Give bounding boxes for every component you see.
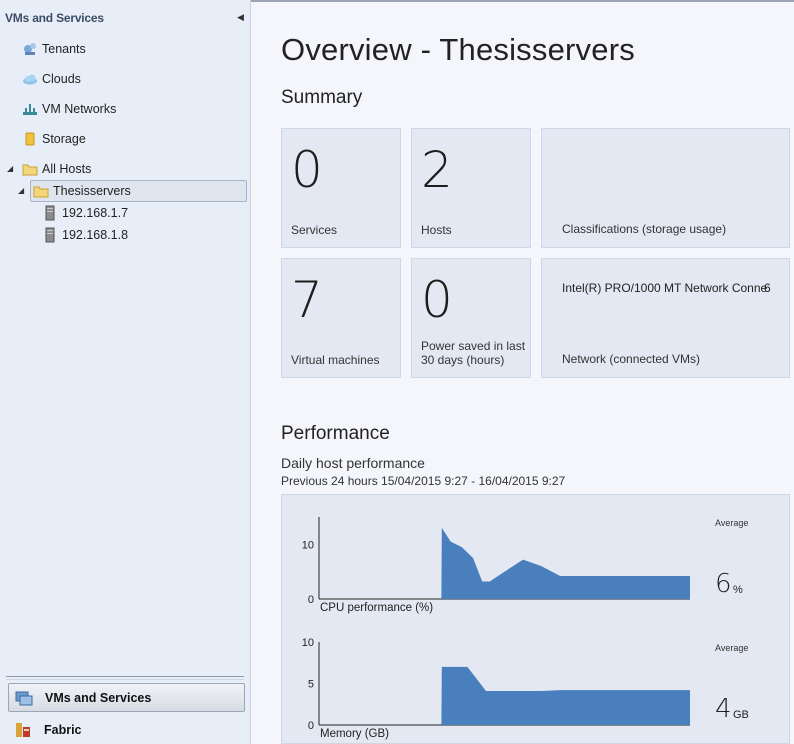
cpu-chart-title: CPU performance (%) <box>320 602 433 614</box>
cpu-y-tick-label: 10 <box>302 539 314 551</box>
cpu-average-unit: % <box>733 584 743 596</box>
daily-host-performance-heading: Daily host performance <box>281 455 425 471</box>
expand-thesisservers-icon[interactable]: ◢ <box>18 186 24 195</box>
tree-item-label: VM Networks <box>42 102 117 116</box>
vms-and-services-icon <box>15 689 33 707</box>
classifications-label: Classifications (storage usage) <box>562 222 727 236</box>
tree-item-label: All Hosts <box>42 162 92 176</box>
cpu-area-series <box>319 527 690 599</box>
services-label: Services <box>291 223 338 237</box>
tree-item-label: 192.168.1.8 <box>62 228 129 242</box>
tree-item-vm-networks[interactable]: VM Networks <box>22 98 116 120</box>
network-label: Network (connected VMs) <box>562 352 701 366</box>
folder-icon <box>22 161 38 177</box>
performance-heading: Performance <box>281 423 390 444</box>
cpu-y-tick-label: 0 <box>308 594 314 606</box>
memory-average-unit: GB <box>733 709 749 721</box>
memory-average-label: Average <box>715 643 749 653</box>
tree-item-label: Thesisservers <box>53 184 131 198</box>
tree-item-clouds[interactable]: Clouds <box>22 68 81 90</box>
memory-average-value: 4 <box>715 694 732 724</box>
tree-item-thesisservers[interactable]: Thesisservers <box>30 180 247 202</box>
workspace-label: Fabric <box>44 722 82 737</box>
tree-item-host-2[interactable]: 192.168.1.8 <box>42 224 128 246</box>
fabric-icon <box>14 721 32 739</box>
tree-item-host-1[interactable]: 192.168.1.7 <box>42 202 128 224</box>
memory-y-tick-label: 0 <box>308 720 314 732</box>
summary-heading: Summary <box>281 87 363 108</box>
virtual-machines-tile[interactable]: 7 Virtual machines <box>281 258 401 378</box>
network-icon <box>22 101 38 117</box>
page-title: Overview - Thesisservers <box>281 32 635 67</box>
navigation-pane: VMs and Services ◀ Tenants Clouds VM Net… <box>0 0 251 744</box>
workspace-vms-and-services[interactable]: VMs and Services <box>8 683 245 712</box>
memory-y-tick-label: 10 <box>302 637 314 649</box>
performance-panel: 0 10 CPU performance (%) 0 5 10 Memory (GB) Av… <box>281 494 790 744</box>
network-adapter-name: Intel(R) PRO/1000 MT Network Connection <box>562 281 767 295</box>
collapse-pane-icon[interactable]: ◀ <box>237 12 244 23</box>
classifications-tile[interactable]: Classifications (storage usage) <box>541 128 790 248</box>
power-saved-label: Power saved in last 30 days (hours) <box>421 339 526 367</box>
tree-item-tenants[interactable]: Tenants <box>22 38 86 60</box>
overview-pane: Overview - Thesisservers Summary 0 Servi… <box>252 2 794 744</box>
hosts-tile[interactable]: 2 Hosts <box>411 128 531 248</box>
tree-item-label: Storage <box>42 132 86 146</box>
cpu-average-value: 6 <box>715 569 732 599</box>
workspace-fabric[interactable]: Fabric <box>8 715 245 744</box>
workspace-label: VMs and Services <box>45 690 152 705</box>
tenants-icon <box>22 41 38 57</box>
services-count: 0 <box>291 141 323 199</box>
hosts-label: Hosts <box>421 223 452 237</box>
tree-item-storage[interactable]: Storage <box>22 128 86 150</box>
vm-label: Virtual machines <box>291 353 380 367</box>
server-icon <box>42 205 58 221</box>
hosts-count: 2 <box>421 141 453 199</box>
tree-item-label: Clouds <box>42 72 81 86</box>
services-tile[interactable]: 0 Services <box>281 128 401 248</box>
cpu-average-label: Average <box>715 518 749 528</box>
memory-chart-title: Memory (GB) <box>320 728 389 740</box>
workspace-splitter[interactable] <box>6 676 244 680</box>
memory-area-series <box>319 666 690 725</box>
power-saved-tile[interactable]: 0 Power saved in last 30 days (hours) <box>411 258 531 378</box>
storage-icon <box>22 131 38 147</box>
vm-count: 7 <box>291 271 323 329</box>
pane-header: VMs and Services <box>5 11 104 25</box>
folder-icon <box>33 183 49 199</box>
network-adapter-count: 6 <box>764 281 771 295</box>
power-saved-value: 0 <box>421 271 453 329</box>
expand-all-hosts-icon[interactable]: ◢ <box>7 164 13 173</box>
network-tile[interactable]: Intel(R) PRO/1000 MT Network Connection … <box>541 258 790 378</box>
memory-y-tick-label: 5 <box>308 679 314 691</box>
server-icon <box>42 227 58 243</box>
cloud-icon <box>22 71 38 87</box>
time-range: Previous 24 hours 15/04/2015 9:27 - 16/0… <box>281 474 566 488</box>
tree-item-label: Tenants <box>42 42 86 56</box>
tree-item-label: 192.168.1.7 <box>62 206 129 220</box>
tree-item-all-hosts[interactable]: All Hosts <box>22 158 91 180</box>
